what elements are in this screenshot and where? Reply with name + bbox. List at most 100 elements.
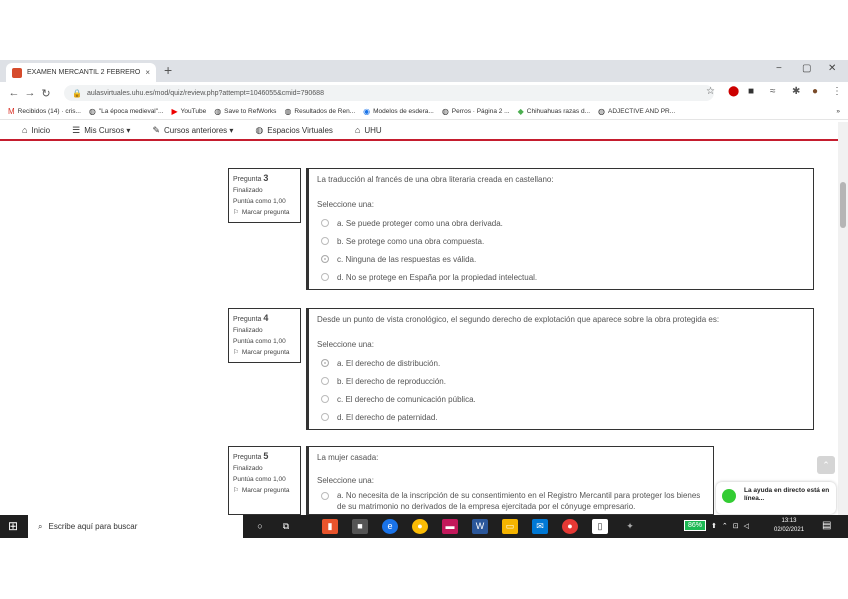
radio-button[interactable] [321, 492, 329, 500]
store-icon[interactable]: ■ [352, 519, 368, 534]
search-icon: ◉ [363, 107, 371, 116]
answer-option[interactable]: b. Se protege como una obra compuesta. [317, 232, 805, 250]
radio-button[interactable] [321, 273, 329, 281]
taskbar-clock[interactable]: 13:13 02/02/2021 [774, 517, 804, 535]
reload-icon[interactable]: ↻ [38, 87, 54, 100]
bookmark-item[interactable]: M Recibidos (14) · cris... [8, 107, 81, 116]
bookmark-item[interactable]: ◍ Resultados de Ren... [284, 107, 355, 116]
answer-option[interactable]: d. El derecho de paternidad. [317, 408, 805, 426]
globe-icon: ◍ [284, 107, 292, 116]
question-info: Pregunta 5 Finalizado Puntúa como 1,00 ⚐… [228, 446, 301, 515]
flag-question-link[interactable]: ⚐ Marcar pregunta [233, 207, 296, 218]
app-icon[interactable]: ● [562, 519, 578, 534]
site-favicon-icon [12, 67, 22, 78]
question-text: La traducción al francés de una obra lit… [317, 175, 554, 184]
answer-option[interactable]: a. Se puede proteger como una obra deriv… [317, 214, 805, 232]
nav-item-uhu[interactable]: ⌂ UHU [355, 125, 382, 135]
radio-button-selected[interactable] [321, 255, 329, 263]
extension-icon[interactable]: ≈ [770, 86, 776, 97]
nav-item-inicio[interactable]: ⌂ Inicio [22, 125, 50, 135]
flag-icon: ⚐ [233, 349, 239, 356]
onedrive-icon[interactable]: ⬆ [711, 522, 717, 530]
question-score: Puntúa como 1,00 [233, 338, 286, 345]
chrome-icon[interactable]: ● [412, 519, 428, 534]
bookmark-star-icon[interactable]: ☆ [706, 86, 715, 97]
globe-icon: ◍ [255, 124, 264, 135]
radio-button[interactable] [321, 237, 329, 245]
new-tab-button[interactable]: + [164, 62, 172, 78]
profile-avatar-icon[interactable]: ● [812, 86, 818, 97]
mail-icon[interactable]: ✉ [532, 519, 548, 534]
bookmarks-more[interactable]: » [836, 108, 840, 115]
chat-icon [722, 489, 736, 503]
radio-button-selected[interactable] [321, 359, 329, 367]
puzzle-icon[interactable]: ✱ [792, 86, 800, 97]
windows-start-icon[interactable]: ⊞ [8, 519, 18, 533]
file-explorer-icon[interactable]: ▭ [502, 519, 518, 534]
cortana-icon[interactable]: ○ [252, 519, 268, 534]
globe-icon: ◍ [441, 107, 449, 116]
taskbar-search-input[interactable]: ⌕ Escribe aquí para buscar [28, 515, 243, 538]
bookmark-item[interactable]: ◉ Modelos de esdera... [363, 107, 434, 116]
extension-icon[interactable]: ■ [748, 86, 754, 97]
bookmark-item[interactable]: ◍ "La época medieval"... [89, 107, 164, 116]
notepad-icon[interactable]: ▯ [592, 519, 608, 534]
app-icon[interactable]: ▬ [442, 519, 458, 534]
answer-option[interactable]: b. El derecho de reproducción. [317, 372, 805, 390]
select-prompt: Seleccione una: [317, 200, 374, 209]
question-content: La traducción al francés de una obra lit… [306, 168, 814, 290]
browser-tab[interactable]: EXAMEN MERCANTIL 2 FEBRERO × [6, 63, 156, 82]
scroll-to-top-button[interactable]: ⌃ [817, 456, 835, 474]
bookmark-item[interactable]: ▶ YouTube [171, 107, 206, 116]
back-icon[interactable]: ← [6, 87, 22, 99]
answer-option[interactable]: c. El derecho de comunicación pública. [317, 390, 805, 408]
notification-icon[interactable]: ▤ [822, 520, 831, 531]
close-window-icon[interactable]: ✕ [828, 63, 836, 74]
answer-option[interactable]: a. No necesita de la inscripción de su c… [317, 490, 705, 512]
bookmarks-bar: M Recibidos (14) · cris... ◍ "La época med… [0, 104, 848, 120]
forward-icon[interactable]: → [22, 87, 38, 99]
bookmark-item[interactable]: ◍ Save to RefWorks [214, 107, 276, 116]
radio-button[interactable] [321, 219, 329, 227]
scrollbar-thumb[interactable] [840, 182, 846, 228]
lock-icon: 🔒 [72, 88, 82, 98]
radio-button[interactable] [321, 377, 329, 385]
flag-question-link[interactable]: ⚐ Marcar pregunta [233, 347, 296, 358]
bookmark-item[interactable]: ◍ Perros · Página 2 ... [442, 107, 510, 116]
minimize-icon[interactable]: − [776, 63, 782, 74]
address-bar[interactable]: 🔒 aulasvirtuales.uhu.es/mod/quiz/review.… [64, 85, 714, 101]
word-icon[interactable]: W [472, 519, 488, 534]
app-icon[interactable]: ✦ [622, 519, 638, 534]
browser-toolbar: ← → ↻ 🔒 aulasvirtuales.uhu.es/mod/quiz/r… [0, 82, 848, 104]
page-scrollbar[interactable] [838, 122, 848, 515]
bookmark-item[interactable]: ◆ Chihuahuas razas d... [518, 107, 590, 116]
maximize-icon[interactable]: ▢ [802, 63, 811, 74]
gmail-icon: M [8, 107, 15, 116]
tab-title: EXAMEN MERCANTIL 2 FEBRERO [27, 69, 141, 76]
game-icon: ◆ [517, 107, 524, 116]
nav-item-espacios-virtuales[interactable]: ◍ Espacios Virtuales [255, 125, 333, 136]
nav-item-mis-cursos[interactable]: ☰ Mis Cursos ▾ [72, 125, 130, 136]
youtube-icon: ▶ [171, 107, 178, 116]
edge-icon[interactable]: e [382, 519, 398, 534]
question-number: 3 [263, 173, 269, 183]
answer-option[interactable]: d. No se protege en España por la propie… [317, 268, 805, 286]
question-score: Puntúa como 1,00 [233, 198, 286, 205]
task-view-icon[interactable]: ⧉ [278, 519, 294, 534]
nav-item-cursos-anteriores[interactable]: ✎ Cursos anteriores ▾ [152, 125, 233, 136]
menu-icon[interactable]: ⋮ [832, 86, 842, 97]
volume-icon[interactable]: ◁ [744, 522, 749, 530]
tab-close-icon[interactable]: × [145, 68, 150, 77]
radio-button[interactable] [321, 413, 329, 421]
chevron-up-icon[interactable]: ⌃ [722, 522, 728, 530]
adblock-icon[interactable]: ⬤ [728, 86, 739, 97]
bookmark-item[interactable]: ◍ ADJECTIVE AND PR... [598, 107, 675, 116]
app-icon[interactable]: ▮ [322, 519, 338, 534]
battery-indicator[interactable]: 86% [684, 520, 707, 531]
answer-option[interactable]: a. El derecho de distribución. [317, 354, 805, 372]
flag-question-link[interactable]: ⚐ Marcar pregunta [233, 485, 296, 496]
radio-button[interactable] [321, 395, 329, 403]
answer-option[interactable]: c. Ninguna de las respuestas es válida. [317, 250, 805, 268]
network-icon[interactable]: ⊡ [733, 522, 739, 530]
live-help-bubble[interactable]: La ayuda en directo está en línea... [716, 482, 836, 514]
